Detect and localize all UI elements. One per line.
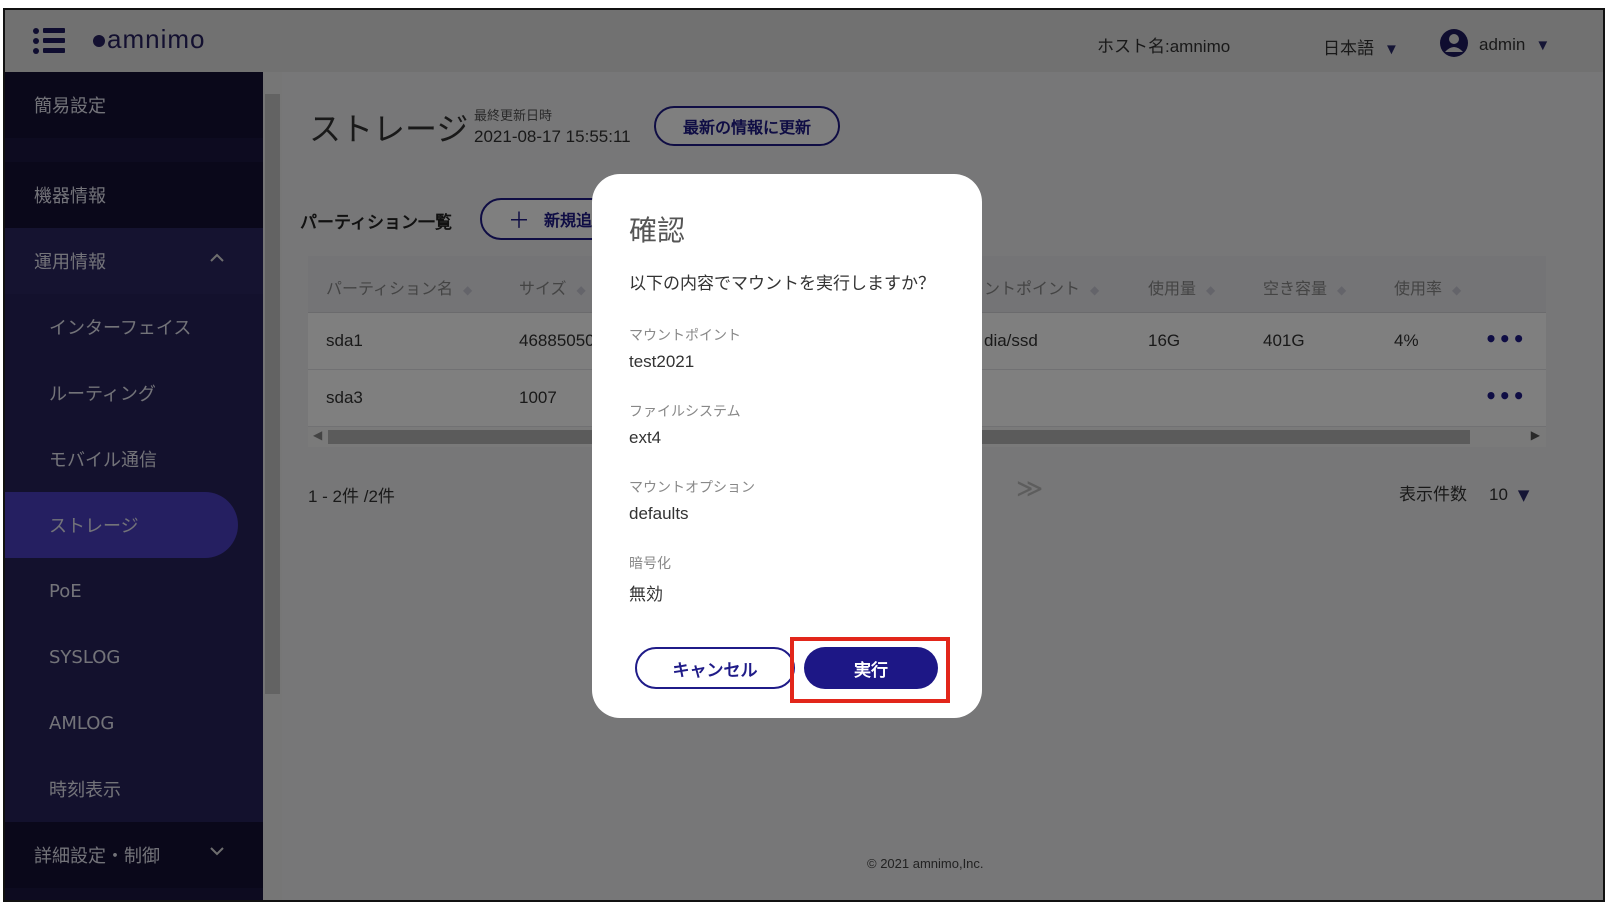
confirm-dialog: 確認 以下の内容でマウントを実行しますか？ マウントポイント test2021 … xyxy=(592,174,982,718)
encryption-value: 無効 xyxy=(629,585,663,604)
app-window: amnimo ホスト名:amnimo 日本語▼ admin▼ 簡易設定 機器情報… xyxy=(3,8,1605,902)
mount-point-label: マウントポイント xyxy=(629,328,741,344)
execute-button[interactable]: 実行 xyxy=(804,647,938,689)
filesystem-label: ファイルシステム xyxy=(629,404,741,420)
cancel-button[interactable]: キャンセル xyxy=(635,647,795,689)
mount-point-value: test2021 xyxy=(629,352,695,371)
mount-option-label: マウントオプション xyxy=(629,480,755,496)
dialog-message: 以下の内容でマウントを実行しますか？ xyxy=(629,274,935,294)
dialog-title: 確認 xyxy=(629,214,686,247)
mount-option-value: defaults xyxy=(629,504,689,523)
filesystem-value: ext4 xyxy=(629,428,662,447)
encryption-label: 暗号化 xyxy=(629,556,671,572)
